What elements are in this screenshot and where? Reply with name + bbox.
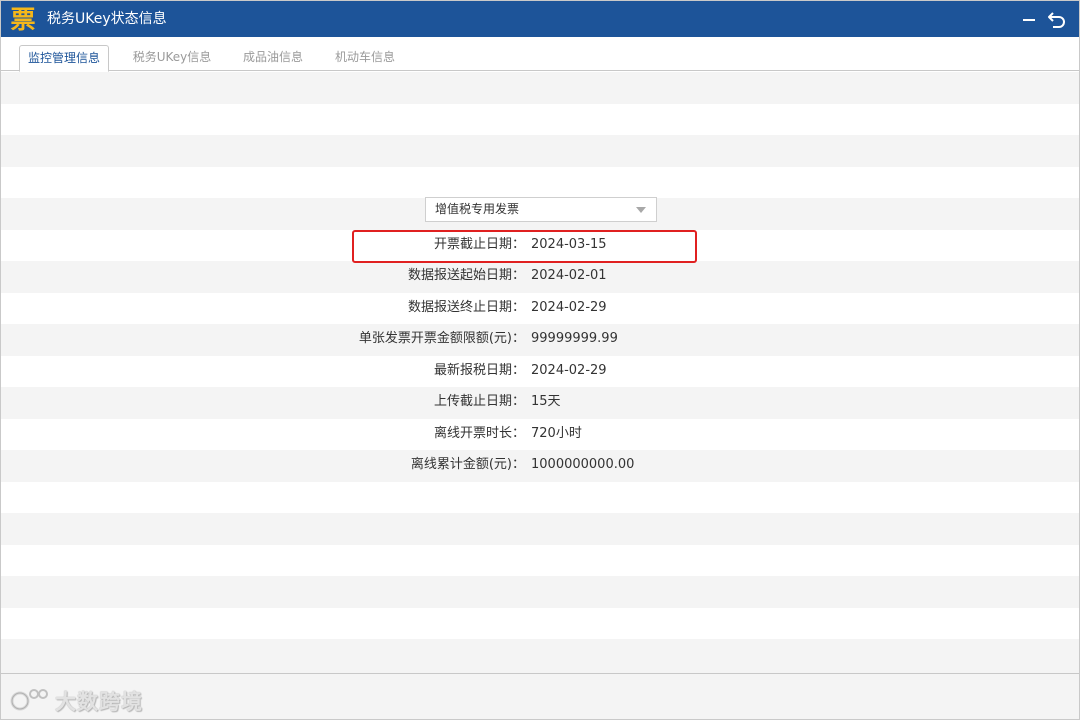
tab-refined-oil-info[interactable]: 成品油信息 [233,45,313,71]
window-title: 税务UKey状态信息 [47,11,167,27]
minimize-icon [1023,19,1035,21]
highlight-box [352,230,697,263]
tab-monitor-info[interactable]: 监控管理信息 [19,45,109,72]
info-value: 720小时 [531,426,582,441]
info-row-report-end-date: 数据报送终止日期： 2024-02-29 [1,298,1079,318]
row-stripe [1,607,1079,639]
tab-motor-vehicle-info[interactable]: 机动车信息 [325,45,405,71]
monitor-info-panel: 增值税专用发票 开票截止日期： 2024-03-15 数据报送起始日期： 202… [1,72,1079,673]
row-stripe [1,72,1079,104]
row-stripe [1,544,1079,576]
info-label: 数据报送终止日期： [407,300,525,315]
info-label: 最新报税日期： [433,363,525,378]
ukey-status-window: 票 税务UKey状态信息 监控管理信息 税务UKey信息 成品油信息 机动车信息 [0,0,1080,720]
info-value: 99999999.99 [531,331,618,346]
info-value: 2024-02-01 [531,268,607,283]
back-icon [1048,12,1065,28]
info-label: 上传截止日期： [433,394,525,409]
info-label: 离线累计金额(元)： [410,457,525,472]
row-stripe [1,513,1079,545]
title-bar: 票 税务UKey状态信息 [1,1,1079,37]
footer-bar: 大数跨境 [1,673,1079,719]
info-row-latest-tax-report-date: 最新报税日期： 2024-02-29 [1,361,1079,381]
row-stripe [1,481,1079,513]
invoice-type-select[interactable]: 增值税专用发票 [425,197,657,222]
info-value: 2024-02-29 [531,363,607,378]
watermark-text: 大数跨境 [55,690,143,714]
row-stripe [1,639,1079,673]
back-button[interactable] [1047,9,1067,29]
row-stripe [1,103,1079,135]
tab-ukey-info[interactable]: 税务UKey信息 [125,45,219,71]
info-label: 单张发票开票金额限额(元)： [358,331,525,346]
info-label: 数据报送起始日期： [407,268,525,283]
info-value: 2024-02-29 [531,300,607,315]
info-row-offline-duration: 离线开票时长： 720小时 [1,424,1079,444]
watermark-icon [10,689,48,711]
info-row-upload-deadline: 上传截止日期： 15天 [1,392,1079,412]
info-label: 离线开票时长： [433,426,525,441]
row-stripe [1,576,1079,608]
info-value: 1000000000.00 [531,457,635,472]
invoice-type-value: 增值税专用发票 [435,202,520,216]
info-row-single-invoice-limit: 单张发票开票金额限额(元)： 99999999.99 [1,329,1079,349]
app-logo-icon: 票 [9,5,37,34]
info-row-offline-cumulative-amount: 离线累计金额(元)： 1000000000.00 [1,455,1079,475]
info-row-report-start-date: 数据报送起始日期： 2024-02-01 [1,266,1079,286]
row-stripe [1,135,1079,167]
tab-bar: 监控管理信息 税务UKey信息 成品油信息 机动车信息 [1,37,1079,72]
row-stripe [1,166,1079,198]
chevron-down-icon [636,207,646,213]
info-value: 15天 [531,394,561,409]
minimize-button[interactable] [1019,9,1039,29]
